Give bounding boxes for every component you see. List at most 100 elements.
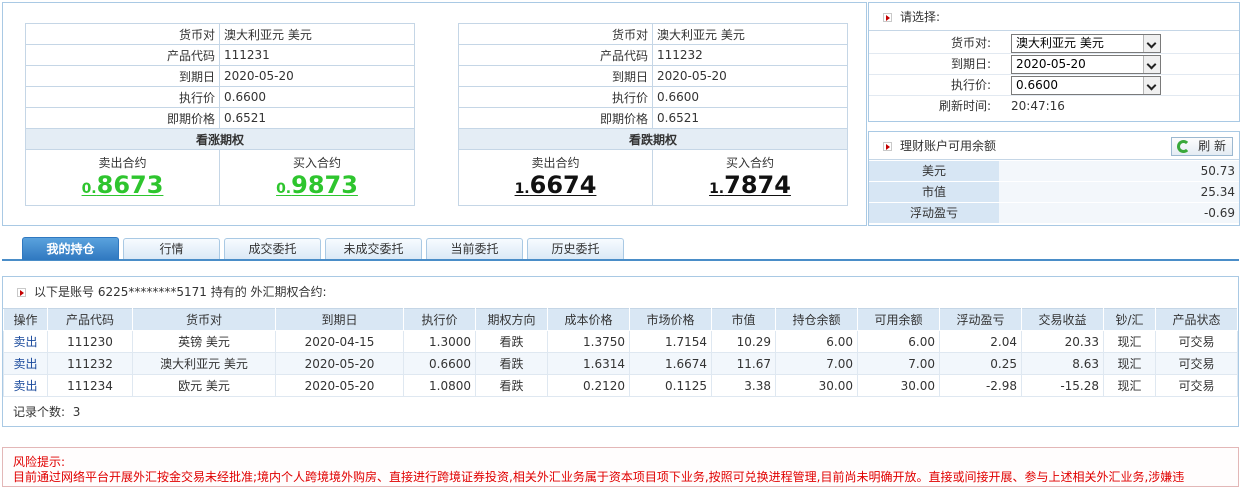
table-cell: 0.2120 bbox=[547, 374, 630, 397]
tab-filled-orders[interactable]: 成交委托 bbox=[224, 238, 321, 259]
table-cell: 6.00 bbox=[857, 330, 940, 353]
quote-row: 货币对 澳大利亚元 美元 bbox=[458, 23, 848, 45]
sell-link[interactable]: 卖出 bbox=[13, 335, 37, 349]
tab-my-positions[interactable]: 我的持仓 bbox=[22, 237, 119, 260]
currency-pair-row: 货币对: 澳大利亚元 美元 bbox=[869, 33, 1239, 54]
expiry-select[interactable]: 2020-05-20 bbox=[1011, 55, 1161, 74]
quote-field-label: 即期价格 bbox=[458, 107, 653, 129]
holdings-panel: 以下是账号 6225********5171 持有的 外汇期权合约: 操作 产品代… bbox=[2, 276, 1239, 427]
table-cell: 30.00 bbox=[857, 374, 940, 397]
call-buy-cell[interactable]: 买入合约 0.9873 bbox=[219, 149, 415, 206]
column-header: 成本价格 bbox=[547, 308, 630, 331]
table-cell: 2020-05-20 bbox=[275, 374, 404, 397]
holdings-title: 以下是账号 6225********5171 持有的 外汇期权合约: bbox=[3, 277, 1238, 308]
column-header: 产品状态 bbox=[1155, 308, 1238, 331]
quote-field-value: 0.6600 bbox=[652, 86, 848, 108]
call-sell-label: 卖出合约 bbox=[98, 156, 147, 170]
arrow-bullet-icon bbox=[883, 142, 892, 151]
quote-field-label: 货币对 bbox=[458, 23, 653, 45]
quote-row: 到期日 2020-05-20 bbox=[25, 65, 415, 87]
quote-field-value: 0.6600 bbox=[219, 86, 415, 108]
table-cell: 111230 bbox=[47, 330, 133, 353]
sell-cell: 卖出 bbox=[3, 330, 48, 353]
call-sell-cell[interactable]: 卖出合约 0.8673 bbox=[25, 149, 220, 206]
tab-order-history[interactable]: 历史委托 bbox=[527, 238, 624, 259]
column-header: 市场价格 bbox=[629, 308, 712, 331]
sell-link[interactable]: 卖出 bbox=[13, 357, 37, 371]
expiry-label: 到期日: bbox=[950, 57, 991, 71]
column-header: 操作 bbox=[3, 308, 48, 331]
table-cell: 看跌 bbox=[475, 374, 548, 397]
quote-field-label: 到期日 bbox=[25, 65, 220, 87]
risk-title: 风险提示: bbox=[13, 455, 66, 469]
balance-value: 25.34 bbox=[999, 182, 1239, 202]
put-buy-cell[interactable]: 买入合约 1.7874 bbox=[652, 149, 848, 206]
quote-row: 到期日 2020-05-20 bbox=[458, 65, 848, 87]
table-cell: 8.63 bbox=[1021, 352, 1104, 375]
chevron-down-icon[interactable] bbox=[1143, 56, 1160, 73]
table-cell: 3.38 bbox=[711, 374, 776, 397]
balance-label: 浮动盈亏 bbox=[869, 203, 999, 223]
tab-bar: 我的持仓 行情 成交委托 未成交委托 当前委托 历史委托 bbox=[2, 237, 1239, 261]
quote-row: 执行价 0.6600 bbox=[458, 86, 848, 108]
quote-field-value: 2020-05-20 bbox=[652, 65, 848, 87]
strike-row: 执行价: 0.6600 bbox=[869, 75, 1239, 96]
table-cell: 1.3750 bbox=[547, 330, 630, 353]
column-header: 可用余额 bbox=[857, 308, 940, 331]
strike-label: 执行价: bbox=[950, 78, 991, 92]
tab-market[interactable]: 行情 bbox=[123, 238, 220, 259]
risk-body: 目前通过网络平台开展外汇按金交易未经批准;境内个人跨境境外购房、直接进行跨境证券… bbox=[13, 470, 1185, 484]
sell-cell: 卖出 bbox=[3, 374, 48, 397]
table-cell: 6.00 bbox=[775, 330, 858, 353]
table-cell: 7.00 bbox=[775, 352, 858, 375]
table-cell: 1.3000 bbox=[403, 330, 476, 353]
record-count: 记录个数: 3 bbox=[13, 405, 81, 419]
tab-current-orders[interactable]: 当前委托 bbox=[426, 238, 523, 259]
option-quotes-panel: 货币对 澳大利亚元 美元 产品代码 111231 到期日 2020-05-20 执行价 0.6… bbox=[2, 2, 867, 226]
table-cell: 0.1125 bbox=[629, 374, 712, 397]
column-header: 市值 bbox=[711, 308, 776, 331]
chevron-down-icon[interactable] bbox=[1143, 35, 1160, 52]
quote-row: 即期价格 0.6521 bbox=[458, 107, 848, 129]
put-buy-price[interactable]: 1.7874 bbox=[709, 172, 791, 202]
table-cell: 30.00 bbox=[775, 374, 858, 397]
strike-select[interactable]: 0.6600 bbox=[1011, 76, 1161, 95]
table-cell: -2.98 bbox=[939, 374, 1022, 397]
quote-row: 产品代码 111231 bbox=[25, 44, 415, 66]
put-buy-label: 买入合约 bbox=[725, 156, 774, 170]
quote-field-label: 到期日 bbox=[458, 65, 653, 87]
balance-row: 浮动盈亏 -0.69 bbox=[869, 202, 1239, 223]
refresh-icon bbox=[1177, 140, 1190, 153]
table-cell: 看跌 bbox=[475, 330, 548, 353]
put-sell-price[interactable]: 1.6674 bbox=[515, 172, 597, 202]
call-sell-price[interactable]: 0.8673 bbox=[82, 172, 164, 202]
table-cell: 2020-05-20 bbox=[275, 352, 404, 375]
table-cell: 英镑 美元 bbox=[132, 330, 276, 353]
table-cell: 10.29 bbox=[711, 330, 776, 353]
balance-row: 市值 25.34 bbox=[869, 181, 1239, 202]
table-cell: 2.04 bbox=[939, 330, 1022, 353]
table-cell: 0.6600 bbox=[403, 352, 476, 375]
refresh-time-value: 20:47:16 bbox=[1011, 99, 1065, 113]
quote-row: 执行价 0.6600 bbox=[25, 86, 415, 108]
table-cell: 欧元 美元 bbox=[132, 374, 276, 397]
arrow-bullet-icon bbox=[17, 288, 26, 297]
refresh-button[interactable]: 刷 新 bbox=[1171, 137, 1233, 156]
account-balance-panel: 理财账户可用余额 刷 新 美元 50.73 市值 25.34 浮动盈亏 -0.69 bbox=[868, 131, 1240, 226]
column-header: 钞/汇 bbox=[1103, 308, 1156, 331]
currency-pair-select[interactable]: 澳大利亚元 美元 bbox=[1011, 34, 1161, 53]
call-buy-label: 买入合约 bbox=[292, 156, 341, 170]
column-header: 浮动盈亏 bbox=[939, 308, 1022, 331]
quote-field-label: 产品代码 bbox=[25, 44, 220, 66]
table-cell: 现汇 bbox=[1103, 352, 1156, 375]
chevron-down-icon[interactable] bbox=[1143, 77, 1160, 94]
holdings-table: 操作 产品代码 货币对 到期日 执行价 期权方向 成本价格 市场价格 市值 持仓余额 可用余额 浮动盈… bbox=[3, 308, 1238, 397]
quote-field-label: 执行价 bbox=[458, 86, 653, 108]
sell-link[interactable]: 卖出 bbox=[13, 379, 37, 393]
quote-field-label: 产品代码 bbox=[458, 44, 653, 66]
table-cell: 可交易 bbox=[1155, 352, 1238, 375]
call-buy-price[interactable]: 0.9873 bbox=[276, 172, 358, 202]
put-sell-cell[interactable]: 卖出合约 1.6674 bbox=[458, 149, 653, 206]
expiry-row: 到期日: 2020-05-20 bbox=[869, 54, 1239, 75]
tab-open-orders[interactable]: 未成交委托 bbox=[325, 238, 422, 259]
